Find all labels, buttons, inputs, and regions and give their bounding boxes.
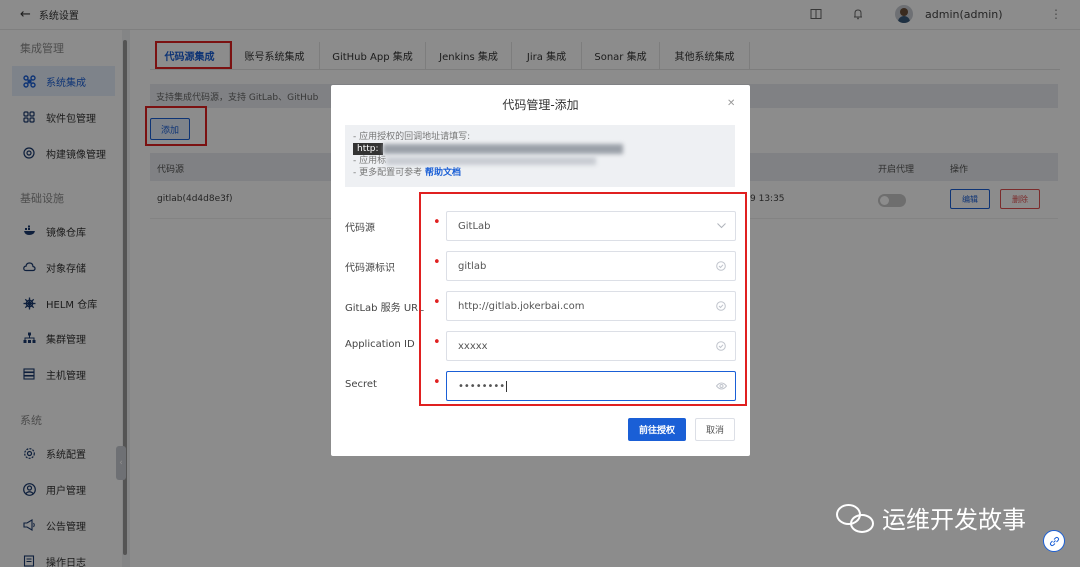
field-label: Secret — [345, 379, 377, 390]
field-label: GitLab 服务 URL — [345, 303, 424, 314]
tip-line: - 更多配置可参考 — [353, 168, 423, 178]
field-label: 代码源标识 — [345, 263, 395, 274]
wechat-logo-icon — [836, 502, 876, 534]
authorize-button[interactable]: 前往授权 — [628, 418, 686, 441]
link-icon[interactable] — [1043, 530, 1065, 552]
help-doc-link[interactable]: 帮助文档 — [425, 168, 461, 178]
tip-line: - 应用授权的回调地址请填写: — [353, 132, 471, 142]
callback-tip: - 应用授权的回调地址请填写: http: - 应用标 - 更多配置可参考 帮助… — [345, 125, 735, 187]
tip-url-line: http: — [353, 143, 735, 155]
watermark-text: 运维开发故事 — [882, 506, 1026, 534]
callback-url: http: — [353, 143, 383, 155]
redacted-url — [382, 143, 623, 154]
annotation-box — [419, 192, 747, 406]
field-label: Application ID — [345, 339, 415, 350]
dialog-title: 代码管理-添加 — [502, 98, 579, 112]
close-icon[interactable]: ✕ — [727, 98, 735, 109]
field-label: 代码源 — [345, 223, 375, 234]
tip-app-line: - 应用标 — [353, 155, 735, 167]
tip-line: - 应用标 — [353, 156, 387, 166]
cancel-button[interactable]: 取消 — [695, 418, 735, 441]
tip-help-line: - 更多配置可参考 帮助文档 — [353, 167, 735, 179]
wechat-watermark: 运维开发故事 — [836, 500, 1026, 535]
redacted-text — [386, 156, 597, 165]
